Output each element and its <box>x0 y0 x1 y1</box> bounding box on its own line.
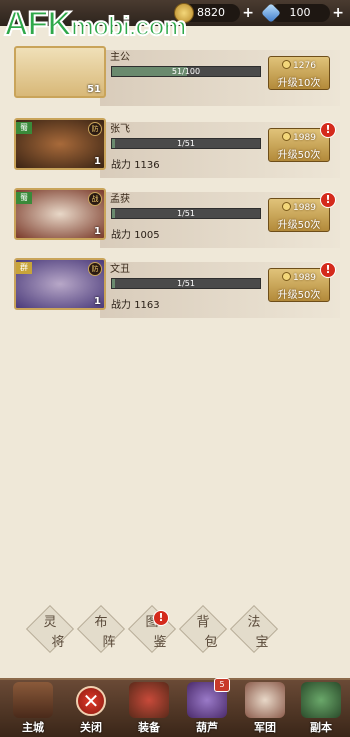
nav-dungeon-label: 副本 <box>310 721 332 734</box>
coin-counter: 8820 + <box>174 3 254 23</box>
alert-badge: ! <box>320 122 336 138</box>
coin-value: 8820 <box>197 6 225 19</box>
exp-bar: 1/51 <box>111 208 261 219</box>
upgrade-label: 升级50次 <box>277 220 321 231</box>
alert-badge: ! <box>320 262 336 278</box>
add-gems-button[interactable]: + <box>332 4 344 22</box>
castle-icon <box>13 682 53 718</box>
hero-name: 文丑 <box>110 264 130 275</box>
exp-bar: 51/100 <box>111 66 261 77</box>
faction-badge: 群 <box>16 262 32 274</box>
upgrade-label: 升级50次 <box>277 290 321 301</box>
tab-treasure-label-a: 法 <box>247 615 261 630</box>
nav-main-city-label: 主城 <box>22 721 44 734</box>
hero-portrait[interactable]: 蜀 防 1 <box>14 118 106 170</box>
alert-badge: ! <box>320 192 336 208</box>
gem-value: 100 <box>289 6 311 19</box>
watermark-logo: AFKmobi.com <box>3 2 188 46</box>
nav-equipment[interactable]: 装备 <box>120 680 178 737</box>
upgrade-button[interactable]: 1276 升级10次 <box>268 56 330 90</box>
hero-level: 51 <box>87 84 101 95</box>
power-label: 战力 <box>111 230 131 241</box>
tab-spirit-general-label-a: 灵 <box>43 615 57 630</box>
hero-name: 孟获 <box>110 194 130 205</box>
power-value: 1163 <box>134 300 160 311</box>
hero-row[interactable]: 51 主公 51/100 1276 升级10次 <box>0 46 350 114</box>
tab-formation-label-a: 布 <box>94 615 108 630</box>
add-coins-button[interactable]: + <box>242 4 254 22</box>
legion-icon <box>245 682 285 718</box>
power-line: 战力 1136 <box>111 156 160 171</box>
watermark-brand: AFK <box>3 4 73 44</box>
nav-gourd-label: 葫芦 <box>196 721 218 734</box>
hero-level: 1 <box>94 156 101 167</box>
armor-icon <box>129 682 169 718</box>
exp-text: 1/51 <box>177 279 195 288</box>
upgrade-cost: 1276 <box>293 61 316 71</box>
bottom-nav: 主城 ✕ 关闭 装备 5 葫芦 军团 副本 <box>0 678 350 737</box>
hero-portrait[interactable]: 蜀 战 1 <box>14 188 106 240</box>
tab-formation-label-b: 阵 <box>102 635 116 650</box>
hero-level: 1 <box>94 296 101 307</box>
nav-dungeon[interactable]: 副本 <box>292 680 350 737</box>
tab-backpack-label-a: 背 <box>196 615 210 630</box>
nav-legion[interactable]: 军团 <box>236 680 294 737</box>
role-tag: 战 <box>88 192 102 206</box>
gourd-count-badge: 5 <box>214 678 230 692</box>
power-value: 1005 <box>134 230 160 241</box>
tab-codex-label-b: 鉴 <box>153 635 167 650</box>
faction-badge: 蜀 <box>16 192 32 204</box>
coin-icon <box>282 60 292 69</box>
exp-text: 1/51 <box>177 139 195 148</box>
nav-close[interactable]: ✕ 关闭 <box>62 680 120 737</box>
tab-treasure-label-b: 宝 <box>255 635 269 650</box>
faction-badge: 蜀 <box>16 122 32 134</box>
hero-row[interactable]: 群 防 1 文丑 1/51 战力 1163 1989 升级50次 ! <box>0 258 350 326</box>
nav-main-city[interactable]: 主城 <box>4 680 62 737</box>
codex-alert-badge: ! <box>153 610 169 626</box>
power-label: 战力 <box>111 300 131 311</box>
coin-icon <box>282 132 292 141</box>
hero-row[interactable]: 蜀 战 1 孟获 1/51 战力 1005 1989 升级50次 ! <box>0 188 350 256</box>
role-tag: 防 <box>88 262 102 276</box>
coin-icon <box>282 272 292 281</box>
hero-portrait[interactable]: 51 <box>14 46 106 98</box>
close-icon: ✕ <box>76 686 106 716</box>
nav-close-label: 关闭 <box>80 721 102 734</box>
hero-portrait[interactable]: 群 防 1 <box>14 258 106 310</box>
exp-text: 51/100 <box>171 67 201 76</box>
role-tag: 防 <box>88 122 102 136</box>
gem-counter: 100 + <box>261 3 344 23</box>
upgrade-cost: 1989 <box>293 273 316 283</box>
power-line: 战力 1163 <box>111 296 160 311</box>
dungeon-icon <box>301 682 341 718</box>
upgrade-cost: 1989 <box>293 133 316 143</box>
upgrade-label: 升级10次 <box>277 78 321 89</box>
nav-legion-label: 军团 <box>254 721 276 734</box>
hero-row[interactable]: 蜀 防 1 张飞 1/51 战力 1136 1989 升级50次 ! <box>0 118 350 186</box>
power-line: 战力 1005 <box>111 226 160 241</box>
tab-backpack-label-b: 包 <box>204 635 218 650</box>
power-value: 1136 <box>134 160 160 171</box>
coin-icon <box>282 202 292 211</box>
nav-equipment-label: 装备 <box>138 721 160 734</box>
watermark-domain: mobi.com <box>70 10 188 42</box>
exp-bar: 1/51 <box>111 138 261 149</box>
power-label: 战力 <box>111 160 131 171</box>
hero-level: 1 <box>94 226 101 237</box>
hero-name: 主公 <box>110 52 130 63</box>
tab-spirit-general-label-b: 将 <box>51 635 65 650</box>
exp-bar: 1/51 <box>111 278 261 289</box>
exp-text: 1/51 <box>177 209 195 218</box>
nav-gourd[interactable]: 5 葫芦 <box>178 678 236 737</box>
upgrade-label: 升级50次 <box>277 150 321 161</box>
upgrade-cost: 1989 <box>293 203 316 213</box>
hero-name: 张飞 <box>110 124 130 135</box>
